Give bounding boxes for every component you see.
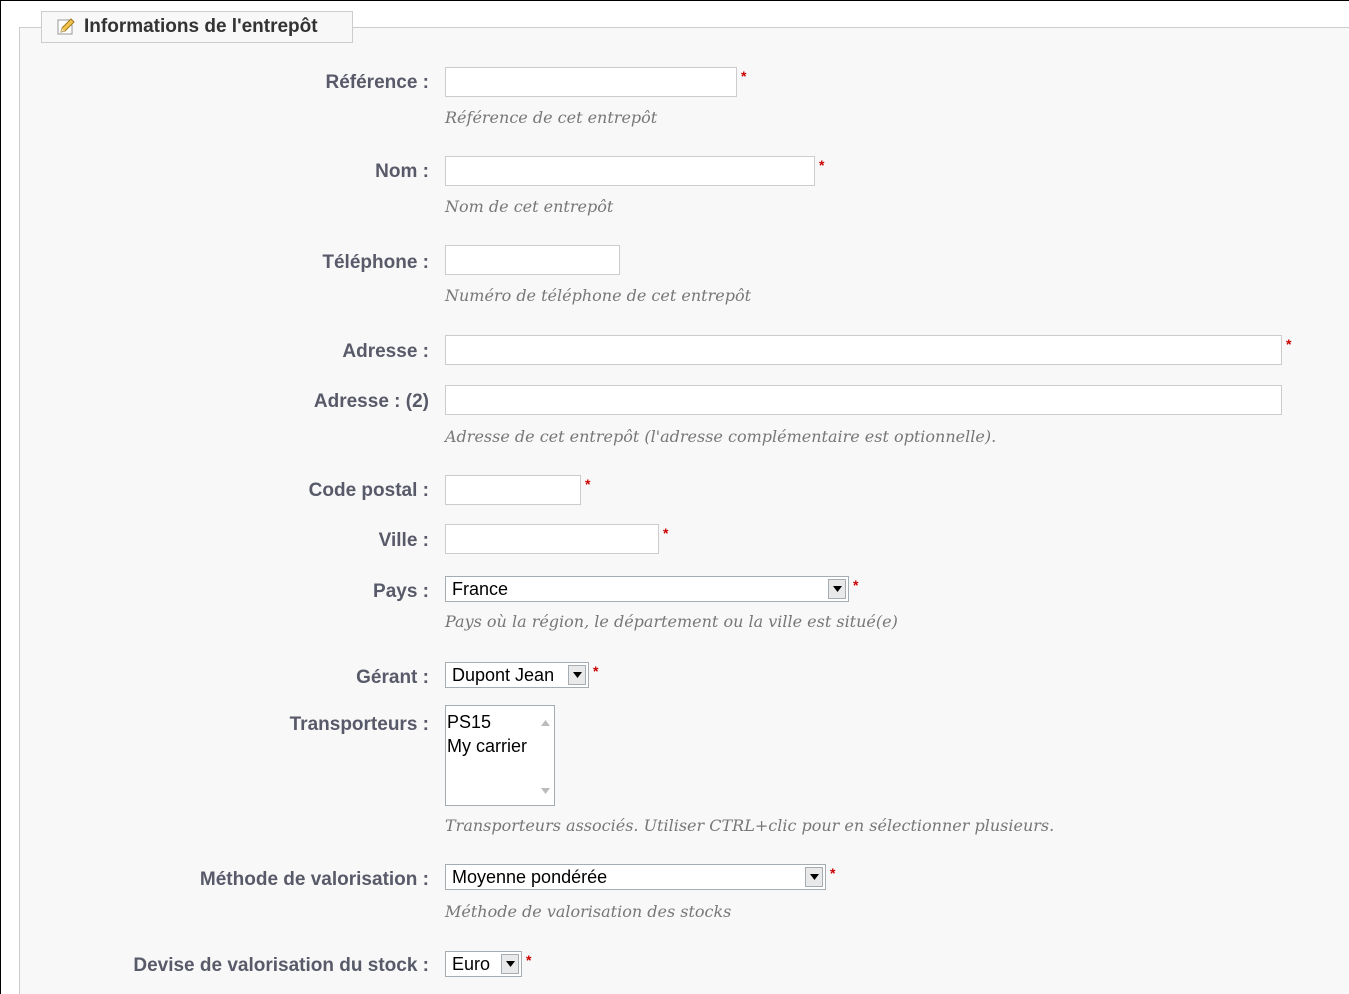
adresse-input[interactable] [445, 335, 1282, 365]
reference-hint: Référence de cet entrepôt [445, 108, 658, 127]
reference-label: Référence : [325, 72, 430, 93]
ville-label: Ville : [378, 530, 429, 551]
methode-select[interactable]: Moyenne pondérée [445, 864, 826, 890]
window-top-border [0, 0, 1349, 1]
nom-hint: Nom de cet entrepôt [445, 197, 614, 216]
list-item[interactable]: My carrier [447, 734, 527, 758]
pays-label: Pays : [373, 581, 429, 602]
methode-required-marker: * [830, 865, 836, 881]
adresse2-label: Adresse : (2) [313, 391, 429, 412]
gerant-label: Gérant : [356, 667, 429, 688]
nom-required-marker: * [819, 157, 825, 173]
pays-required-marker: * [853, 577, 859, 593]
devise-label: Devise de valorisation du stock : [133, 955, 429, 976]
transporteurs-label: Transporteurs : [289, 714, 429, 735]
ville-input[interactable] [445, 524, 659, 554]
legend-title: Informations de l'entrepôt [84, 16, 318, 37]
form-legend: Informations de l'entrepôt [41, 11, 353, 43]
reference-input[interactable] [445, 67, 737, 97]
telephone-input[interactable] [445, 245, 620, 275]
chevron-down-icon[interactable] [828, 579, 846, 599]
methode-label: Méthode de valorisation : [199, 869, 429, 890]
adresse-hint: Adresse de cet entrepôt (l'adresse compl… [445, 427, 997, 446]
code-postal-label: Code postal : [308, 480, 429, 501]
devise-select[interactable]: Euro [445, 951, 522, 977]
nom-input[interactable] [445, 156, 815, 186]
chevron-down-icon[interactable] [501, 954, 519, 974]
methode-selected-value: Moyenne pondérée [452, 866, 608, 887]
ville-required-marker: * [663, 525, 669, 541]
devise-required-marker: * [526, 952, 532, 968]
adresse2-input[interactable] [445, 385, 1282, 415]
scroll-up-icon [541, 720, 550, 726]
list-item[interactable]: PS15 [447, 710, 527, 734]
telephone-hint: Numéro de téléphone de cet entrepôt [445, 286, 751, 305]
chevron-down-icon[interactable] [568, 665, 586, 685]
listbox-scrollbar[interactable] [537, 706, 554, 805]
adresse-label: Adresse : [342, 341, 429, 362]
pays-hint: Pays où la région, le département ou la … [445, 612, 898, 631]
gerant-select[interactable]: Dupont Jean [445, 662, 589, 688]
chevron-down-icon[interactable] [805, 867, 823, 887]
transporteurs-listbox[interactable]: PS15 My carrier [445, 705, 555, 806]
transporteurs-hint: Transporteurs associés. Utiliser CTRL+cl… [445, 816, 1055, 835]
nom-label: Nom : [375, 161, 429, 182]
pays-select[interactable]: France [445, 576, 849, 602]
gerant-required-marker: * [593, 663, 599, 679]
devise-selected-value: Euro [452, 953, 491, 974]
pencil-icon [56, 17, 76, 37]
methode-hint: Méthode de valorisation des stocks [445, 902, 732, 921]
reference-required-marker: * [741, 68, 747, 84]
scroll-down-icon [541, 788, 550, 794]
gerant-selected-value: Dupont Jean [452, 664, 555, 685]
window-left-border [0, 0, 1, 994]
adresse-required-marker: * [1286, 336, 1292, 352]
code-postal-input[interactable] [445, 475, 581, 505]
code-postal-required-marker: * [585, 476, 591, 492]
pays-selected-value: France [452, 578, 509, 599]
telephone-label: Téléphone : [322, 252, 429, 273]
